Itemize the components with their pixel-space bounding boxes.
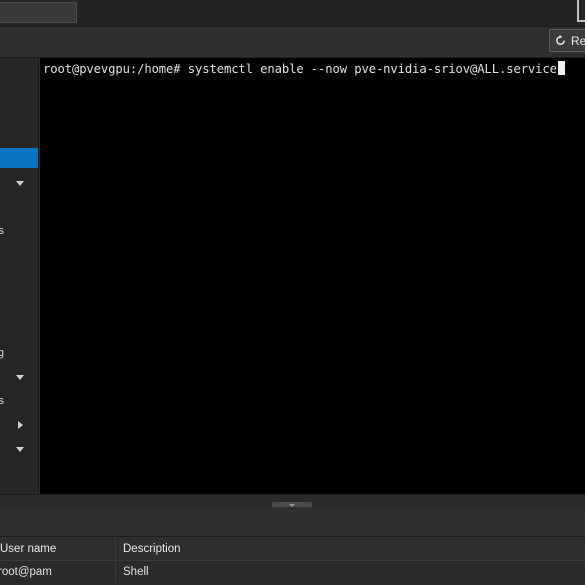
sidebar-item-group-3[interactable]: [0, 415, 38, 435]
cell-user: root@pam: [0, 561, 116, 583]
column-header-description[interactable]: Description: [116, 537, 585, 561]
top-header-bar: [0, 0, 585, 27]
sidebar-item-group-1[interactable]: [0, 173, 38, 193]
column-header-label: Description: [123, 543, 181, 555]
sidebar-nav: s g es: [0, 58, 39, 502]
chevron-right-icon: [18, 421, 23, 429]
column-header-label: User name: [0, 543, 57, 555]
sidebar-item-shell[interactable]: [0, 148, 38, 168]
terminal-line: root@pvevgpu:/home# systemctl enable --n…: [43, 61, 565, 77]
content-toolbar: Re: [0, 27, 585, 58]
chevron-down-icon: [16, 447, 24, 452]
terminal-command: systemctl enable --now pve-nvidia-sriov@…: [187, 62, 557, 76]
reload-button[interactable]: Re: [549, 29, 585, 52]
tasks-tab-bar: [0, 507, 585, 537]
chevron-down-icon: [16, 181, 24, 186]
column-header-user[interactable]: User name: [0, 537, 116, 561]
sidebar-item-label: es: [0, 391, 4, 411]
header-button-edge[interactable]: [577, 0, 585, 22]
reload-icon: [556, 35, 565, 45]
cell-description: Shell: [123, 566, 149, 578]
search-field[interactable]: [0, 2, 77, 23]
terminal-console[interactable]: root@pvevgpu:/home# systemctl enable --n…: [40, 58, 585, 494]
sidebar-item-es[interactable]: es: [0, 391, 38, 411]
terminal-prompt: root@pvevgpu:/home#: [43, 62, 181, 76]
sidebar-item-group-2[interactable]: [0, 367, 38, 387]
sidebar-item-label: s: [0, 221, 4, 241]
chevron-down-icon: [16, 375, 24, 380]
terminal-cursor: [557, 61, 565, 75]
sidebar-item-g[interactable]: g: [0, 343, 38, 363]
panel-splitter[interactable]: [0, 494, 585, 509]
sidebar-item-s[interactable]: s: [0, 221, 38, 241]
sidebar-item-label: g: [0, 343, 4, 363]
reload-button-label: Re: [571, 33, 585, 48]
table-row[interactable]: root@pam Shell: [0, 561, 585, 585]
sidebar-item-group-4[interactable]: [0, 439, 38, 459]
